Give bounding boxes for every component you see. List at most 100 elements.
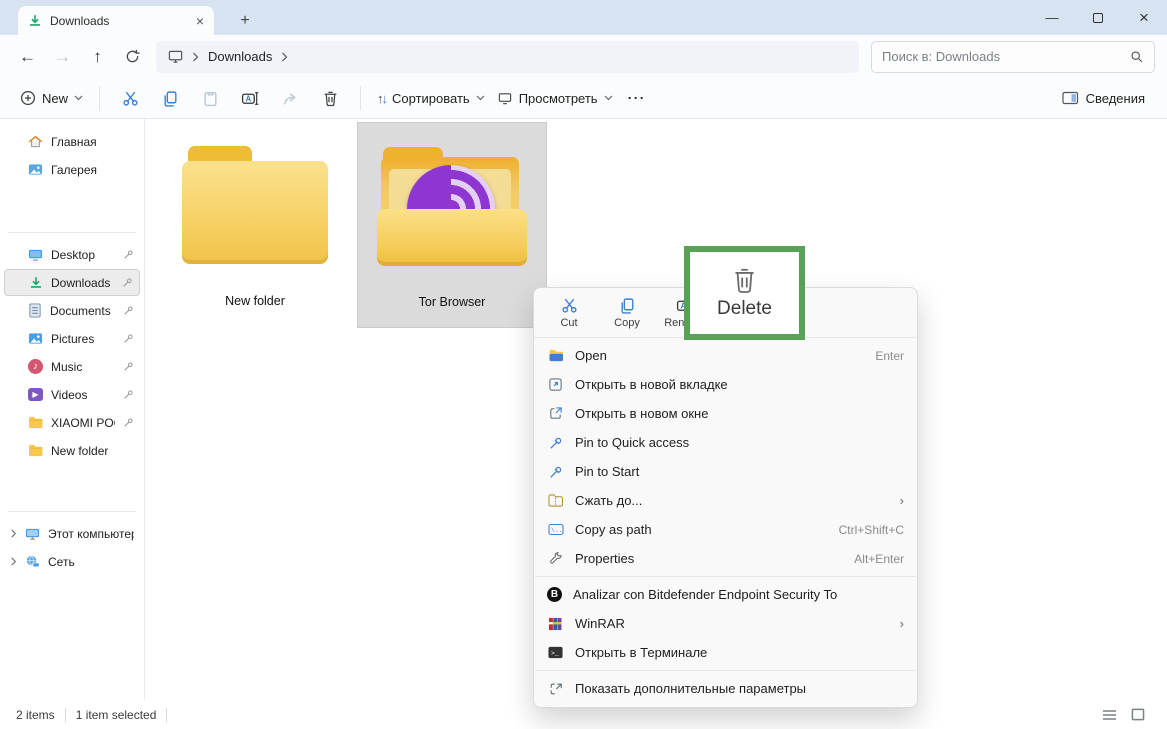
search-box[interactable] xyxy=(871,41,1155,73)
sidebar-item-this-pc[interactable]: Этот компьютер xyxy=(4,520,140,547)
sidebar-item-home[interactable]: Главная xyxy=(4,128,140,155)
title-bar: Downloads × + — × xyxy=(0,0,1167,35)
navigation-bar: ← → ↑ Downloads xyxy=(0,35,1167,78)
videos-icon: ▶ xyxy=(28,388,43,401)
rename-button[interactable]: A xyxy=(230,81,270,115)
copy-button[interactable] xyxy=(150,81,190,115)
chevron-right-icon xyxy=(10,557,17,566)
breadcrumb-item-downloads[interactable]: Downloads xyxy=(208,49,272,64)
folder-icon xyxy=(547,349,564,362)
details-pane-button[interactable]: Сведения xyxy=(1062,91,1153,106)
tab-close-icon[interactable]: × xyxy=(196,14,204,28)
sidebar-separator xyxy=(8,232,136,233)
status-divider xyxy=(166,708,167,722)
highlight-delete-label: Delete xyxy=(717,298,772,320)
pin-icon xyxy=(123,417,134,428)
list-view-icon[interactable] xyxy=(1102,709,1117,721)
menu-item-open[interactable]: Open Enter xyxy=(534,341,917,370)
context-copy-button[interactable]: Copy xyxy=(608,297,646,329)
menu-item-open-terminal[interactable]: >_ Открыть в Терминале xyxy=(534,638,917,667)
new-tab-button[interactable]: + xyxy=(230,6,260,35)
chevron-down-icon xyxy=(604,95,613,101)
sort-button[interactable]: ↑↓ Сортировать xyxy=(371,81,491,115)
view-button[interactable]: Просмотреть xyxy=(491,81,619,115)
sidebar-item-gallery[interactable]: Галерея xyxy=(4,156,140,183)
window-controls: — × xyxy=(1029,0,1167,35)
sidebar-item-new-folder[interactable]: New folder xyxy=(4,437,140,464)
close-button[interactable]: × xyxy=(1121,0,1167,35)
toolbar-divider xyxy=(360,86,361,110)
paste-button[interactable] xyxy=(190,81,230,115)
menu-item-copy-as-path[interactable]: \.. Copy as path Ctrl+Shift+C xyxy=(534,515,917,544)
more-options-button[interactable]: ⋯ xyxy=(619,88,653,109)
cut-icon xyxy=(561,297,578,314)
large-icons-view-icon[interactable] xyxy=(1131,708,1145,721)
search-icon xyxy=(1130,50,1144,64)
file-tile-tor-browser[interactable]: Tor Browser xyxy=(357,122,547,328)
context-cut-button[interactable]: Cut xyxy=(550,297,588,329)
pin-icon xyxy=(547,436,564,450)
sidebar-item-pictures[interactable]: Pictures xyxy=(4,325,140,352)
sidebar-item-music[interactable]: ♪ Music xyxy=(4,353,140,380)
delete-button[interactable] xyxy=(310,81,350,115)
chevron-down-icon xyxy=(74,95,83,101)
file-name: Tor Browser xyxy=(419,295,486,309)
menu-item-show-more-options[interactable]: Показать дополнительные параметры xyxy=(534,674,917,703)
search-input[interactable] xyxy=(882,49,1130,64)
selected-count: 1 item selected xyxy=(76,708,157,722)
details-label: Сведения xyxy=(1086,91,1145,106)
menu-item-winrar[interactable]: WinRAR › xyxy=(534,609,917,638)
pin-icon xyxy=(123,249,134,260)
download-icon xyxy=(28,14,42,28)
menu-item-pin-start[interactable]: Pin to Start xyxy=(534,457,917,486)
sort-arrows-icon: ↑↓ xyxy=(377,91,386,106)
tab-label: Downloads xyxy=(50,14,109,28)
tor-browser-folder-icon xyxy=(358,123,546,291)
this-pc-icon xyxy=(168,49,183,64)
pin-icon xyxy=(123,333,134,344)
refresh-button[interactable] xyxy=(115,40,150,74)
menu-item-open-new-tab[interactable]: Открыть в новой вкладке xyxy=(534,370,917,399)
breadcrumb[interactable]: Downloads xyxy=(156,41,859,73)
file-explorer-window: Downloads × + — × ← → ↑ Downloads xyxy=(0,0,1167,729)
submenu-chevron-icon: › xyxy=(900,493,904,508)
pin-icon xyxy=(547,465,564,479)
up-button[interactable]: ↑ xyxy=(80,40,115,74)
svg-text:A: A xyxy=(245,94,251,103)
maximize-button[interactable] xyxy=(1075,0,1121,35)
back-button[interactable]: ← xyxy=(10,40,45,74)
copy-icon xyxy=(619,297,636,314)
svg-text:>_: >_ xyxy=(551,650,559,657)
folder-icon-large xyxy=(160,122,350,290)
sidebar-item-videos[interactable]: ▶ Videos xyxy=(4,381,140,408)
sidebar-item-desktop[interactable]: Desktop xyxy=(4,241,140,268)
maximize-icon xyxy=(1093,13,1103,23)
menu-item-bitdefender[interactable]: B Analizar con Bitdefender Endpoint Secu… xyxy=(534,580,917,609)
menu-item-compress[interactable]: Сжать до... › xyxy=(534,486,917,515)
pin-icon xyxy=(122,277,133,288)
share-button[interactable] xyxy=(270,81,310,115)
menu-item-properties[interactable]: Properties Alt+Enter xyxy=(534,544,917,573)
menu-item-pin-quick-access[interactable]: Pin to Quick access xyxy=(534,428,917,457)
minimize-button[interactable]: — xyxy=(1029,0,1075,35)
terminal-icon: >_ xyxy=(547,646,564,659)
menu-item-open-new-window[interactable]: Открыть в новом окне xyxy=(534,399,917,428)
forward-button[interactable]: → xyxy=(45,40,80,74)
document-icon xyxy=(28,303,42,318)
network-icon xyxy=(25,554,40,569)
sidebar-separator xyxy=(8,511,136,512)
desktop-icon xyxy=(28,247,43,262)
highlight-delete-annotation[interactable]: Delete xyxy=(684,246,805,340)
cut-button[interactable] xyxy=(110,81,150,115)
sidebar-item-network[interactable]: Сеть xyxy=(4,548,140,575)
new-button[interactable]: New xyxy=(14,81,89,115)
download-icon xyxy=(29,276,43,290)
sidebar-item-downloads[interactable]: Downloads xyxy=(4,269,140,296)
items-count: 2 items xyxy=(16,708,55,722)
file-tile-new-folder[interactable]: New folder xyxy=(160,122,350,328)
pictures-icon xyxy=(28,331,43,346)
sidebar-item-documents[interactable]: Documents xyxy=(4,297,140,324)
show-more-icon xyxy=(547,682,564,696)
sidebar-item-xiaomi[interactable]: XIAOMI POCO F xyxy=(4,409,140,436)
tab-downloads[interactable]: Downloads × xyxy=(18,6,214,35)
